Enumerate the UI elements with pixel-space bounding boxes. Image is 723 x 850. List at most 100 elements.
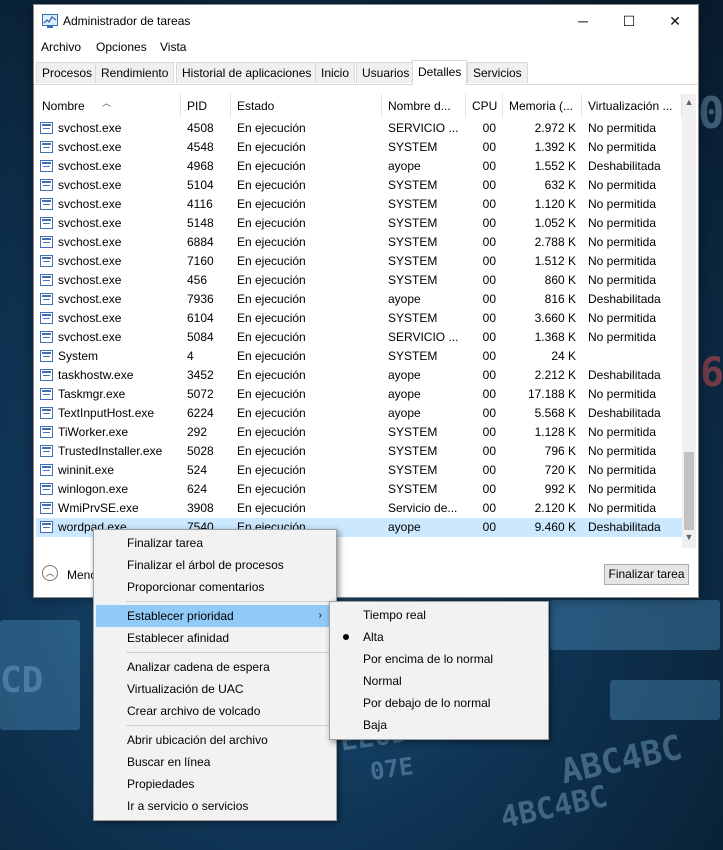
column-header-cpu[interactable]: CPU xyxy=(466,94,503,118)
column-header-virtualizacion[interactable]: Virtualización ... xyxy=(582,94,682,118)
priority-option[interactable]: Normal xyxy=(332,670,544,692)
table-row[interactable]: Taskmgr.exe 5072 En ejecución ayope 00 17.188… xyxy=(36,385,682,404)
cell-virt xyxy=(588,347,682,366)
close-button[interactable]: ✕ xyxy=(652,5,698,37)
tab-usuarios[interactable]: Usuarios xyxy=(356,62,416,83)
cell-status: En ejecución xyxy=(237,159,306,173)
cell-status: En ejecución xyxy=(237,387,306,401)
cell-user: SYSTEM xyxy=(388,425,438,439)
cell-name: svchost.exe xyxy=(58,121,122,135)
tab-inicio[interactable]: Inicio xyxy=(315,62,356,83)
table-row[interactable]: TextInputHost.exe 6224 En ejecución ayope 00… xyxy=(36,404,682,423)
context-menu-item[interactable]: Analizar cadena de espera xyxy=(96,656,332,678)
process-icon xyxy=(40,464,53,476)
tab-servicios[interactable]: Servicios xyxy=(467,62,528,83)
priority-option[interactable]: Baja xyxy=(332,714,544,736)
process-icon xyxy=(40,426,53,438)
cell-name: wininit.exe xyxy=(58,463,115,477)
table-row[interactable]: svchost.exe 5084 En ejecución SERVICIO ... 0… xyxy=(36,328,682,347)
table-row[interactable]: winlogon.exe 624 En ejecución SYSTEM 00 992 K… xyxy=(36,480,682,499)
context-menu-item[interactable]: Abrir ubicación del archivo xyxy=(96,729,332,751)
priority-option[interactable]: Por debajo de lo normal xyxy=(332,692,544,714)
column-header-nombre[interactable]: ︿ Nombre xyxy=(36,94,181,118)
table-row[interactable]: taskhostw.exe 3452 En ejecución ayope 00 2.21… xyxy=(36,366,682,385)
priority-label: Alta xyxy=(363,630,384,644)
cell-virt: No permitida xyxy=(588,444,657,458)
cell-virt: No permitida xyxy=(588,178,657,192)
cell-user: SYSTEM xyxy=(388,216,438,230)
cell-status: En ejecución xyxy=(237,292,306,306)
cell-cpu: 00 xyxy=(482,254,496,268)
tab-rendimiento[interactable]: Rendimiento xyxy=(95,62,175,83)
priority-submenu: Tiempo real Alta Por encima de lo normal No… xyxy=(329,601,549,740)
context-menu-item[interactable]: Virtualización de UAC xyxy=(96,678,332,700)
table-row[interactable]: svchost.exe 456 En ejecución SYSTEM 00 860 K N… xyxy=(36,271,682,290)
context-menu-item[interactable]: Buscar en línea xyxy=(96,751,332,773)
cell-cpu: 00 xyxy=(482,121,496,135)
cell-pid: 6104 xyxy=(187,311,214,325)
cell-mem: 1.128 K xyxy=(534,425,576,439)
cell-virt: No permitida xyxy=(588,387,657,401)
table-row[interactable]: TiWorker.exe 292 En ejecución SYSTEM 00 1.128… xyxy=(36,423,682,442)
table-row[interactable]: TrustedInstaller.exe 5028 En ejecución SYST… xyxy=(36,442,682,461)
scroll-thumb[interactable] xyxy=(684,452,694,530)
chevron-up-icon[interactable]: ︿ xyxy=(42,565,58,581)
vertical-scrollbar[interactable]: ▲ ▼ xyxy=(682,94,696,548)
end-task-button[interactable]: Finalizar tarea xyxy=(604,564,689,585)
table-row[interactable]: System 4 En ejecución SYSTEM 00 24 K xyxy=(36,347,682,366)
context-menu-item[interactable]: Establecer afinidad xyxy=(96,627,332,649)
cell-user: SYSTEM xyxy=(388,311,438,325)
column-header-estado[interactable]: Estado xyxy=(231,94,382,118)
cell-mem: 1.120 K xyxy=(534,197,576,211)
cell-cpu: 00 xyxy=(482,178,496,192)
context-menu-item[interactable]: Crear archivo de volcado xyxy=(96,700,332,722)
cell-status: En ejecución xyxy=(237,197,306,211)
context-menu-item[interactable]: Establecer prioridad › xyxy=(96,605,332,627)
priority-option[interactable]: Tiempo real xyxy=(332,604,544,626)
context-menu-item[interactable]: Proporcionar comentarios xyxy=(96,576,332,598)
menu-opciones[interactable]: Opciones xyxy=(96,40,147,54)
context-menu-item[interactable]: Finalizar tarea xyxy=(96,532,332,554)
table-row[interactable]: svchost.exe 4548 En ejecución SYSTEM 00 1.392… xyxy=(36,138,682,157)
column-header-memoria[interactable]: Memoria (... xyxy=(503,94,582,118)
tab-procesos[interactable]: Procesos xyxy=(36,62,99,83)
column-header-usuario[interactable]: Nombre d... xyxy=(382,94,466,118)
cell-cpu: 00 xyxy=(482,482,496,496)
cell-user: SYSTEM xyxy=(388,273,438,287)
table-row[interactable]: svchost.exe 7160 En ejecución SYSTEM 00 1.512… xyxy=(36,252,682,271)
minimize-button[interactable]: ─ xyxy=(560,5,606,37)
menu-vista[interactable]: Vista xyxy=(160,40,186,54)
context-menu-item[interactable]: Ir a servicio o servicios xyxy=(96,795,332,817)
table-row[interactable]: svchost.exe 4968 En ejecución ayope 00 1.552 … xyxy=(36,157,682,176)
maximize-button[interactable]: ☐ xyxy=(606,5,652,37)
tab-detalles[interactable]: Detalles xyxy=(412,60,468,85)
cell-cpu: 00 xyxy=(482,387,496,401)
table-row[interactable]: wininit.exe 524 En ejecución SYSTEM 00 720 K N… xyxy=(36,461,682,480)
cell-user: SERVICIO ... xyxy=(388,121,459,135)
cell-mem: 1.052 K xyxy=(534,216,576,230)
table-row[interactable]: svchost.exe 6104 En ejecución SYSTEM 00 3.660… xyxy=(36,309,682,328)
cell-name: svchost.exe xyxy=(58,235,122,249)
priority-option[interactable]: Alta xyxy=(332,626,544,648)
scroll-down-icon[interactable]: ▼ xyxy=(682,532,696,546)
table-row[interactable]: svchost.exe 4116 En ejecución SYSTEM 00 1.120… xyxy=(36,195,682,214)
title-bar[interactable]: Administrador de tareas ─ ☐ ✕ xyxy=(34,5,698,37)
table-row[interactable]: WmiPrvSE.exe 3908 En ejecución Servicio de.… xyxy=(36,499,682,518)
table-row[interactable]: svchost.exe 5104 En ejecución SYSTEM 00 632 K… xyxy=(36,176,682,195)
cell-pid: 6884 xyxy=(187,235,214,249)
cell-user: SERVICIO ... xyxy=(388,330,459,344)
table-row[interactable]: svchost.exe 7936 En ejecución ayope 00 816 K D… xyxy=(36,290,682,309)
table-row[interactable]: svchost.exe 4508 En ejecución SERVICIO ... 0… xyxy=(36,119,682,138)
context-menu-item[interactable]: Finalizar el árbol de procesos xyxy=(96,554,332,576)
priority-option[interactable]: Por encima de lo normal xyxy=(332,648,544,670)
tab-historial[interactable]: Historial de aplicaciones xyxy=(176,62,318,83)
table-row[interactable]: svchost.exe 5148 En ejecución SYSTEM 00 1.052… xyxy=(36,214,682,233)
context-menu-item[interactable]: Propiedades xyxy=(96,773,332,795)
process-icon xyxy=(40,445,53,457)
process-icon xyxy=(40,521,53,533)
scroll-up-icon[interactable]: ▲ xyxy=(682,97,696,111)
cell-status: En ejecución xyxy=(237,425,306,439)
column-header-pid[interactable]: PID xyxy=(181,94,231,118)
table-row[interactable]: svchost.exe 6884 En ejecución SYSTEM 00 2.788… xyxy=(36,233,682,252)
menu-archivo[interactable]: Archivo xyxy=(41,40,81,54)
